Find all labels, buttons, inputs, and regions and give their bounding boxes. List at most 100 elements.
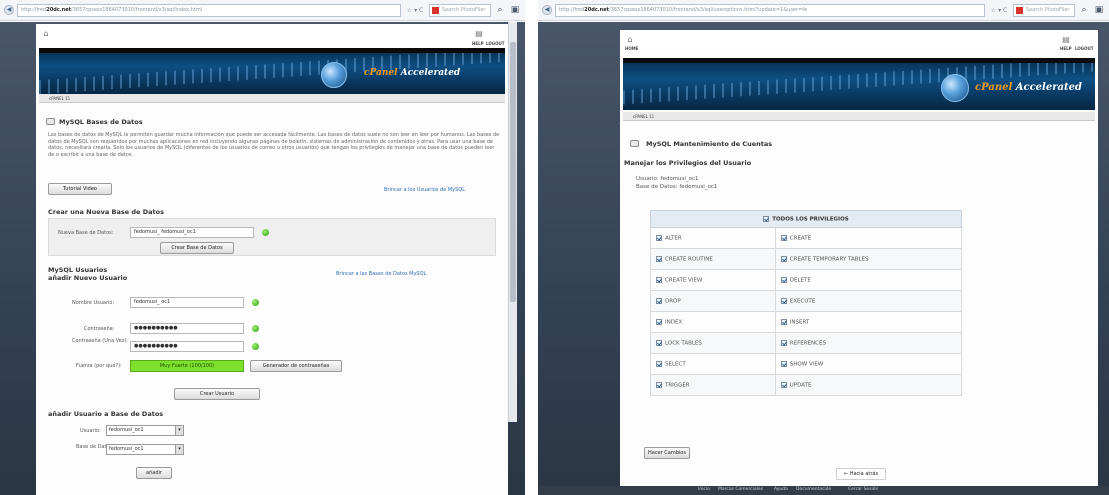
create-db-box xyxy=(48,218,496,256)
password-input[interactable]: ●●●●●●●●●● xyxy=(130,323,244,334)
address-bar[interactable]: http://fred20dc.net/3657cpsess1864073010… xyxy=(555,3,985,17)
url-prefix: http://fred xyxy=(559,6,585,13)
cpanel-banner: cPanel Accelerated xyxy=(623,58,1095,110)
privilege-create-view[interactable]: Create View xyxy=(650,269,776,291)
valid-check-icon xyxy=(252,299,259,306)
help-icon[interactable]: ▤ xyxy=(1060,35,1072,44)
privilege-trigger[interactable]: Trigger xyxy=(650,374,776,396)
db-select[interactable]: fedomusi_oc1 ▾ xyxy=(106,444,184,455)
privilege-update[interactable]: Update xyxy=(774,374,963,396)
browser-toolbar: ◀ http://fred20dc.net/3657cpsess18640730… xyxy=(0,0,525,21)
password-confirm-input[interactable]: ●●●●●●●●●● xyxy=(130,341,244,352)
back-arrow-icon[interactable]: ◀ xyxy=(542,5,552,15)
page-background: ⌂ HOME ▤ HELP LOGOUT cPanel Accelerated … xyxy=(538,22,1109,495)
home-icon[interactable]: ⌂ xyxy=(624,35,636,44)
browser-toolbar: ◀ http://fred20dc.net/3657cpsess18640730… xyxy=(538,0,1109,21)
user-select[interactable]: fedomusi_oc1 ▾ xyxy=(106,425,184,436)
create-db-button[interactable]: Crear Base de Datos xyxy=(160,242,234,254)
logout-link[interactable]: LOGOUT xyxy=(486,41,504,46)
privilege-delete[interactable]: Delete xyxy=(774,269,963,291)
footer-help-link[interactable]: Ayuda xyxy=(774,487,788,492)
password-label: Contraseña: xyxy=(84,326,115,332)
create-user-button[interactable]: Crear Usuario xyxy=(174,388,260,400)
password-generator-button[interactable]: Generador de contraseñas xyxy=(250,360,342,372)
new-db-input[interactable]: fedomusi_ fedomusi_oc1 xyxy=(130,227,254,238)
jump-to-users-link[interactable]: Brincar a los Usuarios de MySQL xyxy=(384,187,465,193)
valid-check-icon xyxy=(262,229,269,236)
valid-check-icon xyxy=(252,343,259,350)
globe-icon xyxy=(941,74,969,102)
privilege-select[interactable]: Select xyxy=(650,353,776,375)
url-rest: /3657cpsess1864073010/frontend/x3/sql/us… xyxy=(609,6,808,13)
tutorial-video-button[interactable]: Tutorial Video xyxy=(48,183,112,195)
chevron-down-icon: ▾ xyxy=(175,445,183,454)
user-select-label: Usuario: xyxy=(80,428,101,434)
privilege-execute[interactable]: Execute xyxy=(774,290,963,312)
privilege-alter[interactable]: Alter xyxy=(650,227,776,249)
privileges-table: TODOS LOS PRIVILEGIOS Alter Create Creat… xyxy=(650,210,963,396)
reload-icon[interactable]: ☆ ▾ C xyxy=(988,4,1010,17)
footer-home-link[interactable]: Inicio xyxy=(698,487,710,492)
scrollbar-thumb[interactable] xyxy=(510,42,516,302)
username-input[interactable]: fedomusi_ oc1 xyxy=(130,297,244,308)
home-icon[interactable]: ⌂ xyxy=(40,29,52,38)
user-line: Usuario: fedomusi_oc1 xyxy=(636,176,699,182)
add-user-to-db-heading: añadir Usuario a Base de Datos xyxy=(48,410,164,418)
go-back-link[interactable]: ← Hacia atrás xyxy=(836,468,886,480)
menu-icon[interactable]: ▣ xyxy=(509,4,521,16)
url-rest: /3657cpsess1864073010/frontend/x3/sql/in… xyxy=(71,6,203,13)
privilege-insert[interactable]: Insert xyxy=(774,311,963,333)
left-screenshot: ◀ http://fred20dc.net/3657cpsess18640730… xyxy=(0,0,525,495)
scrollbar[interactable] xyxy=(508,22,517,422)
logout-link[interactable]: LOGOUT xyxy=(1075,46,1093,51)
help-link[interactable]: HELP xyxy=(472,41,484,46)
help-link[interactable]: HELP xyxy=(1060,46,1072,51)
search-engine-icon xyxy=(1016,6,1023,14)
create-db-heading: Crear una Nueva Base de Datos xyxy=(48,208,164,216)
top-strip: ⌂ ▤ HELP LOGOUT xyxy=(36,24,508,48)
footer-bar: Inicio Marcas Comerciales Ayuda Document… xyxy=(538,486,1109,495)
privilege-index[interactable]: Index xyxy=(650,311,776,333)
jump-to-databases-link[interactable]: Brincar a las Bases de Datos MySQL xyxy=(336,271,426,277)
privilege-create-temporary-tables[interactable]: Create Temporary Tables xyxy=(774,248,963,270)
url-host: 20dc.net xyxy=(584,6,610,13)
right-screenshot: ◀ http://fred20dc.net/3657cpsess18640730… xyxy=(538,0,1109,495)
privilege-lock-tables[interactable]: Lock Tables xyxy=(650,332,776,354)
mysql-users-heading: MySQL Usuarios xyxy=(48,266,108,274)
back-arrow-icon[interactable]: ◀ xyxy=(4,5,14,15)
section-title: MySQL Bases de Datos xyxy=(59,118,143,126)
top-strip: ⌂ HOME ▤ HELP LOGOUT xyxy=(620,30,1098,54)
cpanel-logo: cPanel Accelerated xyxy=(364,68,461,78)
privilege-references[interactable]: References xyxy=(774,332,963,354)
tab-cpanel[interactable]: cPANEL 11 xyxy=(39,94,505,103)
search-placeholder: Search PhotoFiler xyxy=(442,6,486,13)
footer-docs-link[interactable]: Documentación xyxy=(796,487,831,492)
reload-icon[interactable]: ☆ ▾ C xyxy=(404,4,426,17)
search-box[interactable]: Search PhotoFiler xyxy=(1013,3,1075,17)
search-icon[interactable]: ⌕ xyxy=(494,4,506,16)
all-privileges-checkbox[interactable]: TODOS LOS PRIVILEGIOS xyxy=(650,210,962,228)
new-db-label: Nueva Base de Datos: xyxy=(58,230,114,236)
password-confirm-label: Contraseña (Una Vez): xyxy=(72,338,129,344)
footer-logout-link[interactable]: Cerrar Sesión xyxy=(848,487,878,492)
cpanel-page: ⌂ ▤ HELP LOGOUT cPanel Accelerated cPANE… xyxy=(36,24,508,495)
privilege-create[interactable]: Create xyxy=(774,227,963,249)
database-icon xyxy=(630,140,639,147)
search-placeholder: Search PhotoFiler xyxy=(1026,6,1070,13)
valid-check-icon xyxy=(252,325,259,332)
help-icon[interactable]: ▤ xyxy=(473,29,485,38)
address-bar[interactable]: http://fred20dc.net/3657cpsess1864073010… xyxy=(17,3,401,17)
make-changes-button[interactable]: Hacer Cambios xyxy=(644,447,690,459)
privilege-create-routine[interactable]: Create Routine xyxy=(650,248,776,270)
search-box[interactable]: Search PhotoFiler xyxy=(429,3,491,17)
search-icon[interactable]: ⌕ xyxy=(1078,4,1090,16)
url-prefix: http://fred xyxy=(21,6,47,13)
footer-trademarks-link[interactable]: Marcas Comerciales xyxy=(718,487,763,492)
add-button[interactable]: añadir xyxy=(136,467,172,479)
menu-icon[interactable]: ▣ xyxy=(1093,4,1105,16)
username-label: Nombre Usuario: xyxy=(72,300,115,306)
tab-cpanel[interactable]: cPANEL 11 xyxy=(623,112,1095,121)
privilege-drop[interactable]: Drop xyxy=(650,290,776,312)
privilege-show-view[interactable]: Show View xyxy=(774,353,963,375)
home-link[interactable]: HOME xyxy=(625,46,638,51)
